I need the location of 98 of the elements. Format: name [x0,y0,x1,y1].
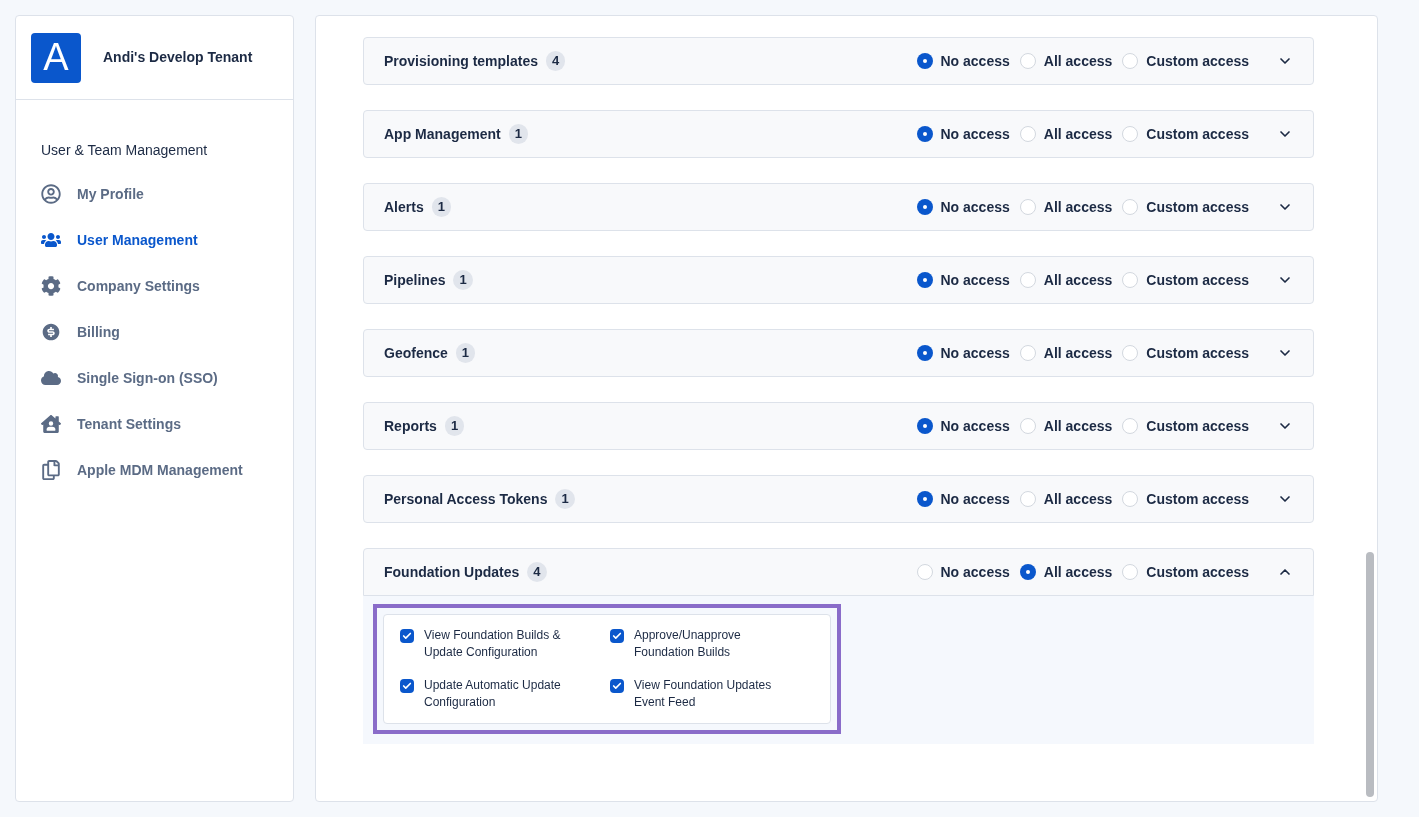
copy-icon [41,460,61,480]
radio-label[interactable]: All access [1043,415,1113,437]
radio-label[interactable]: No access [940,342,1010,364]
radio-label[interactable]: No access [940,196,1010,218]
permission-name: Reports [384,416,437,436]
permission-row[interactable]: Foundation Updates 4 No access All access Custom access [363,548,1314,596]
tenant-logo: A [31,32,81,83]
radio-button[interactable] [916,491,933,507]
profile-icon [41,184,61,204]
radio-button[interactable] [916,564,933,580]
radio-button[interactable] [1122,126,1139,142]
radio-label[interactable]: Custom access [1146,196,1249,218]
radio-button[interactable] [1019,272,1036,288]
sidebar-item[interactable]: Tenant Settings [41,401,268,447]
house-icon [41,414,61,434]
radio-button[interactable] [1019,345,1036,361]
count-badge: 1 [508,124,528,144]
radio-button[interactable] [916,272,933,288]
checkbox[interactable] [610,629,624,643]
radio-button[interactable] [1019,491,1036,507]
radio-button[interactable] [1122,199,1139,215]
sidebar-item[interactable]: User Management [41,217,268,263]
permission-name: Alerts [384,197,424,217]
radio-label[interactable]: All access [1043,561,1113,583]
radio-button[interactable] [916,126,933,142]
radio-label[interactable]: Custom access [1146,342,1249,364]
permission-row[interactable]: Personal Access Tokens 1 No access All access Custom access [363,475,1314,523]
count-badge: 1 [555,489,575,509]
sidebar-item[interactable]: Company Settings [41,263,268,309]
radio-label[interactable]: Custom access [1146,269,1249,291]
count-badge: 1 [444,416,465,436]
radio-button[interactable] [1122,418,1139,434]
section-heading: User & Team Management [41,141,209,160]
radio-button[interactable] [1122,272,1139,288]
permission-row[interactable]: Pipelines 1 No access All access Custom access [363,256,1314,304]
radio-button[interactable] [1019,53,1036,69]
radio-label[interactable]: Custom access [1146,50,1249,72]
sidebar-item[interactable]: Single Sign-on (SSO) [41,355,268,401]
radio-label[interactable]: Custom access [1146,123,1249,145]
radio-button[interactable] [916,53,933,69]
checkbox[interactable] [400,679,414,693]
radio-label[interactable]: No access [940,488,1010,510]
radio-label[interactable]: All access [1043,342,1113,364]
dollar-icon [41,322,61,342]
permission-name: App Management [384,124,501,144]
radio-button[interactable] [916,418,933,434]
permission-row[interactable]: Reports 1 No access All access Custom access [363,402,1314,450]
radio-label[interactable]: Custom access [1146,561,1249,583]
permission-row[interactable]: Provisioning templates 4 No access All access Custom access [363,37,1314,85]
radio-label[interactable]: No access [940,123,1010,145]
radio-button[interactable] [916,199,933,215]
checkbox[interactable] [400,629,414,643]
count-badge: 1 [455,343,476,363]
checkbox-label[interactable]: View Foundation Updates Event Feed [634,677,800,711]
checkbox-label[interactable]: View Foundation Builds & Update Configuration [424,627,590,661]
checkbox-label[interactable]: Approve/Unapprove Foundation Builds [634,627,800,661]
radio-button[interactable] [1019,126,1036,142]
permission-name: Geofence [384,343,448,363]
radio-label[interactable]: Custom access [1146,415,1249,437]
permission-name: Provisioning templates [384,51,539,71]
permission-name: Pipelines [384,270,446,290]
radio-label[interactable]: All access [1043,269,1113,291]
permission-name: Foundation Updates [384,562,520,582]
radio-button[interactable] [1019,418,1036,434]
sidebar-item[interactable]: Billing [41,309,268,355]
count-badge: 1 [431,197,451,217]
checkbox-label[interactable]: Update Automatic Update Configuration [424,677,590,711]
tenant-name: Andi's Develop Tenant [103,48,253,67]
scrollbar[interactable] [1366,552,1374,797]
radio-label[interactable]: No access [940,561,1010,583]
settings-icon [41,276,61,296]
count-badge: 4 [527,562,547,582]
checkbox[interactable] [610,679,624,693]
radio-label[interactable]: Custom access [1146,488,1249,510]
radio-button[interactable] [1122,564,1139,580]
permission-row[interactable]: Alerts 1 No access All access Custom access [363,183,1314,231]
radio-label[interactable]: All access [1043,123,1113,145]
radio-button[interactable] [1122,345,1139,361]
radio-label[interactable]: No access [940,50,1010,72]
radio-button[interactable] [1122,491,1139,507]
permission-row[interactable]: App Management 1 No access All access Custom access [363,110,1314,158]
cloud-icon [41,368,61,388]
radio-label[interactable]: No access [940,269,1010,291]
sidebar-item[interactable]: Apple MDM Management [41,447,268,493]
radio-button[interactable] [916,345,933,361]
radio-label[interactable]: All access [1043,488,1113,510]
radio-label[interactable]: No access [940,415,1010,437]
permission-row[interactable]: Geofence 1 No access All access Custom access [363,329,1314,377]
count-badge: 1 [453,270,473,290]
radio-button[interactable] [1019,199,1036,215]
radio-button[interactable] [1019,564,1036,580]
radio-label[interactable]: All access [1043,50,1113,72]
users-icon [41,230,61,250]
sidebar-item[interactable]: My Profile [41,171,268,217]
count-badge: 4 [546,51,566,71]
radio-button[interactable] [1122,53,1139,69]
radio-label[interactable]: All access [1043,196,1113,218]
permission-name: Personal Access Tokens [384,489,548,509]
